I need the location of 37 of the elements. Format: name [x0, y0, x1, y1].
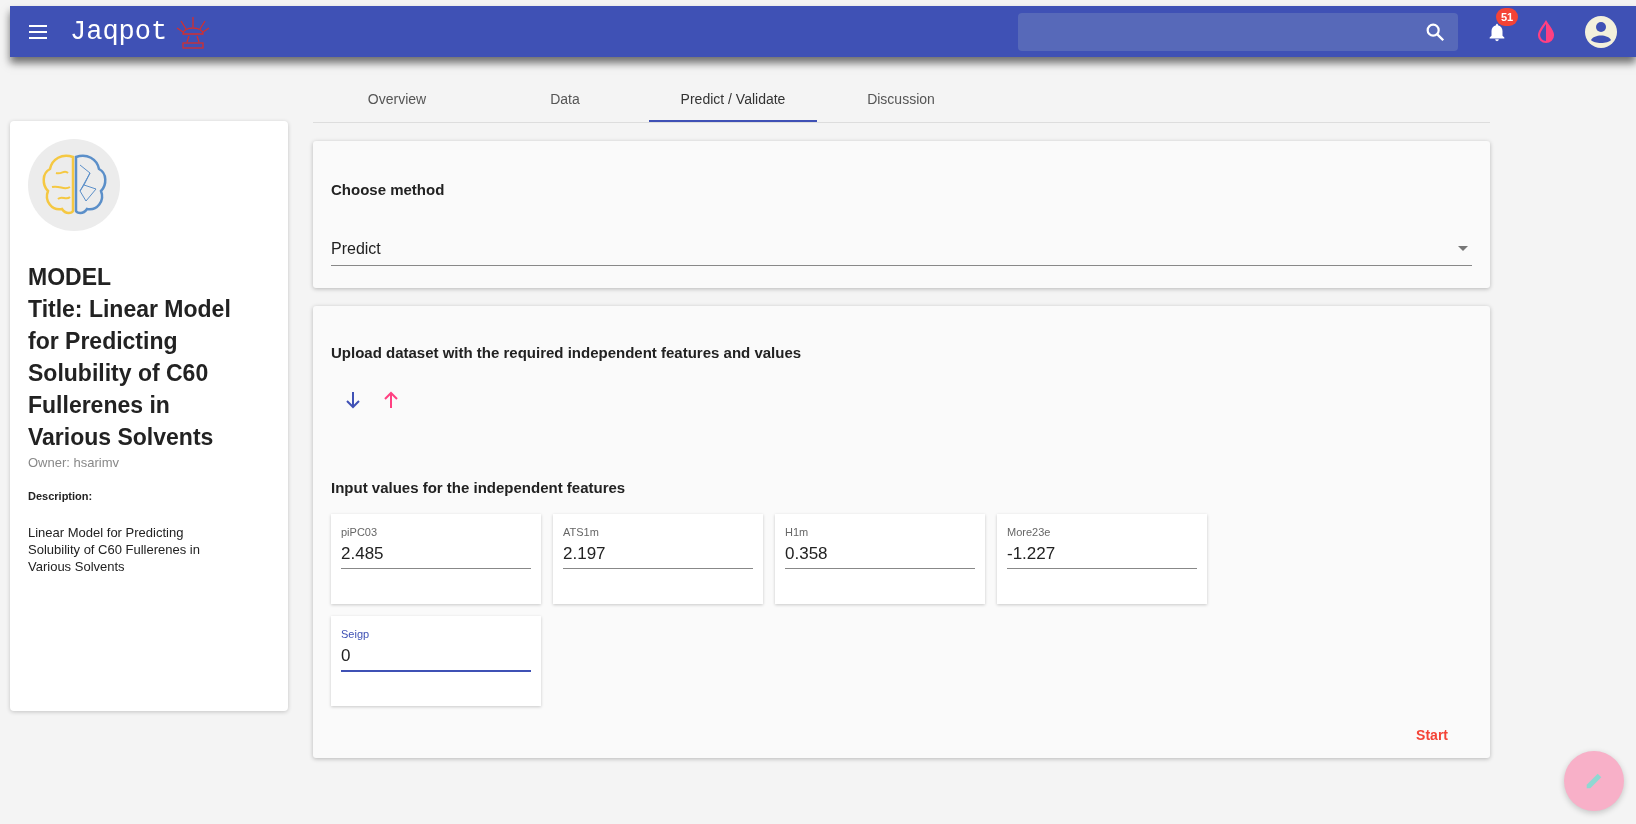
model-heading: MODEL	[28, 263, 113, 292]
feature-field[interactable]: Seigp 0	[331, 616, 541, 706]
tab[interactable]: Data	[481, 77, 649, 122]
feature-field[interactable]: ATS1m 2.197	[553, 514, 763, 604]
start-button[interactable]: Start	[1410, 726, 1454, 744]
field-label: piPC03	[341, 526, 379, 538]
feature-field[interactable]: piPC03 2.485	[331, 514, 541, 604]
input-field[interactable]: 0.358	[785, 540, 975, 569]
description-label: Description:	[28, 490, 94, 502]
model-owner: Owner: hsarimv	[28, 455, 121, 470]
menu-icon[interactable]	[28, 23, 48, 40]
model-title: Title: Linear Model for Predicting Solubility of C60 Fullerenes in Various Solvents	[28, 295, 232, 452]
search-field[interactable]	[1018, 12, 1458, 51]
tab[interactable]: Discussion	[817, 77, 985, 122]
input-field[interactable]: 2.485	[341, 540, 531, 569]
card-title: Upload dataset with the required independent features and values	[331, 344, 803, 361]
tab[interactable]: Predict / Validate	[649, 77, 817, 122]
account-icon[interactable]	[1584, 14, 1618, 49]
brand-name[interactable]: Jaqpot	[70, 16, 168, 47]
field-label: ATS1m	[563, 526, 600, 538]
input-field[interactable]: 0	[341, 642, 531, 672]
card-title: Choose method	[331, 181, 446, 198]
field-label: Seigp	[341, 628, 371, 640]
download-icon[interactable]	[345, 391, 361, 409]
input-field[interactable]: -1.227	[1007, 540, 1197, 569]
upload-icon[interactable]	[383, 391, 399, 409]
notification-badge: 51	[1496, 7, 1519, 26]
field-label: More23e	[1007, 526, 1052, 538]
caret-icon	[1458, 246, 1468, 251]
feature-field[interactable]: More23e -1.227	[997, 514, 1207, 604]
tab[interactable]: Overview	[313, 77, 481, 122]
method-select[interactable]: Predict	[331, 232, 1472, 266]
field-label: H1m	[785, 526, 810, 538]
model-description: Linear Model for Predicting Solubility of C60 Fullerenes in Various Solvents	[28, 524, 201, 575]
feature-field[interactable]: H1m 0.358	[775, 514, 985, 604]
input-field[interactable]: 2.197	[563, 540, 753, 569]
card-title: Input values for the independent features	[331, 479, 627, 496]
